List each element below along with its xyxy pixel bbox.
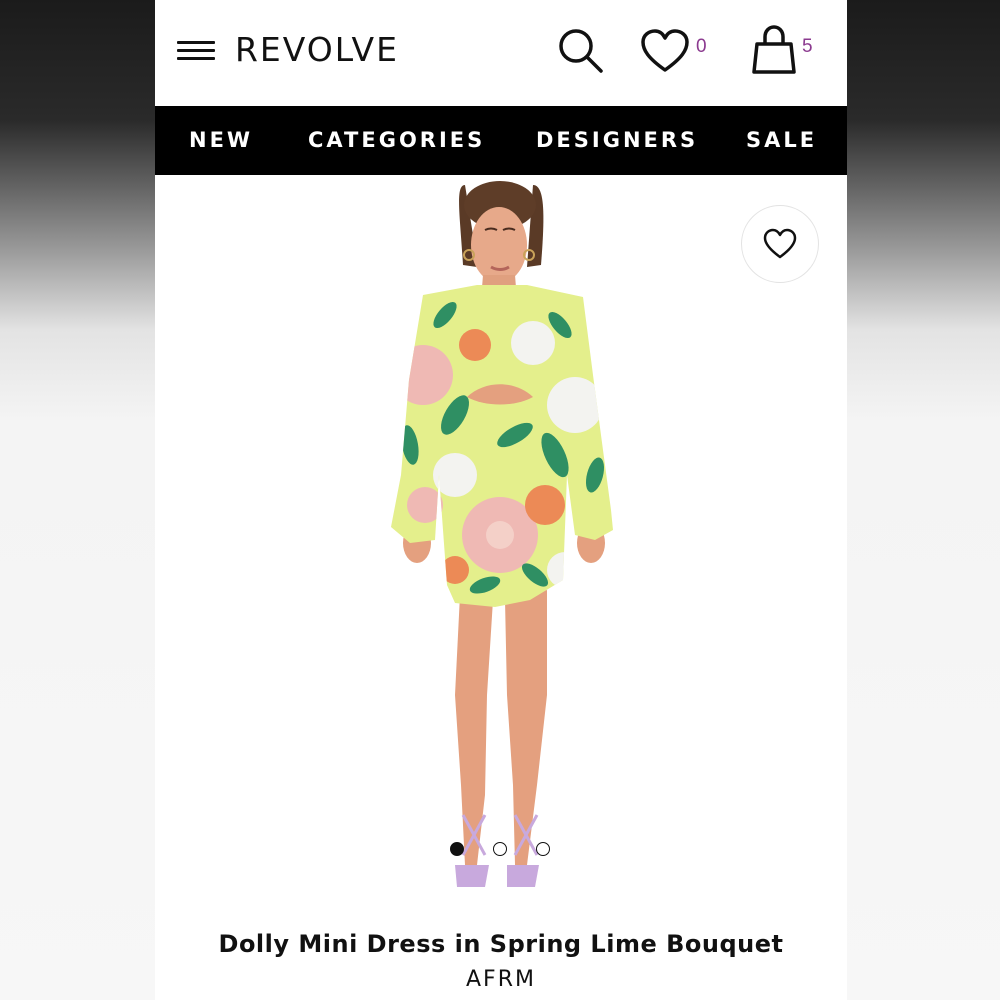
carousel-dot-2[interactable] bbox=[493, 842, 507, 856]
brand-logo[interactable]: REVOLVE bbox=[235, 30, 399, 69]
nav-item-sale[interactable]: SALE bbox=[746, 128, 817, 152]
product-brand[interactable]: AFRM bbox=[155, 967, 847, 992]
bag-count: 5 bbox=[802, 36, 813, 57]
carousel-dot-3[interactable] bbox=[536, 842, 550, 856]
category-nav-bar: NEW CATEGORIES DESIGNERS SALE bbox=[155, 106, 847, 175]
nav-item-new[interactable]: NEW bbox=[189, 128, 253, 152]
shopping-bag-icon[interactable] bbox=[750, 24, 798, 76]
product-title: Dolly Mini Dress in Spring Lime Bouquet bbox=[218, 930, 784, 958]
carousel-dot-1[interactable] bbox=[450, 842, 464, 856]
blurred-backdrop-right bbox=[847, 0, 1000, 1000]
product-image-carousel[interactable] bbox=[155, 175, 847, 915]
hamburger-menu-icon[interactable] bbox=[177, 38, 215, 64]
nav-item-designers[interactable]: DESIGNERS bbox=[536, 128, 698, 152]
carousel-pagination bbox=[450, 842, 560, 858]
search-icon[interactable] bbox=[555, 26, 605, 76]
wishlist-heart-icon[interactable] bbox=[640, 28, 690, 74]
nav-item-categories[interactable]: CATEGORIES bbox=[308, 128, 485, 152]
wishlist-count: 0 bbox=[696, 36, 707, 57]
product-photo-illustration bbox=[391, 181, 613, 887]
add-to-favorites-button[interactable] bbox=[741, 205, 819, 283]
blurred-backdrop-left bbox=[0, 0, 155, 1000]
top-header: REVOLVE 0 5 bbox=[155, 0, 847, 106]
app-screen: REVOLVE 0 5 NEW CATEGORIES DESIGNERS SAL… bbox=[155, 0, 847, 1000]
heart-outline-icon bbox=[763, 228, 797, 259]
